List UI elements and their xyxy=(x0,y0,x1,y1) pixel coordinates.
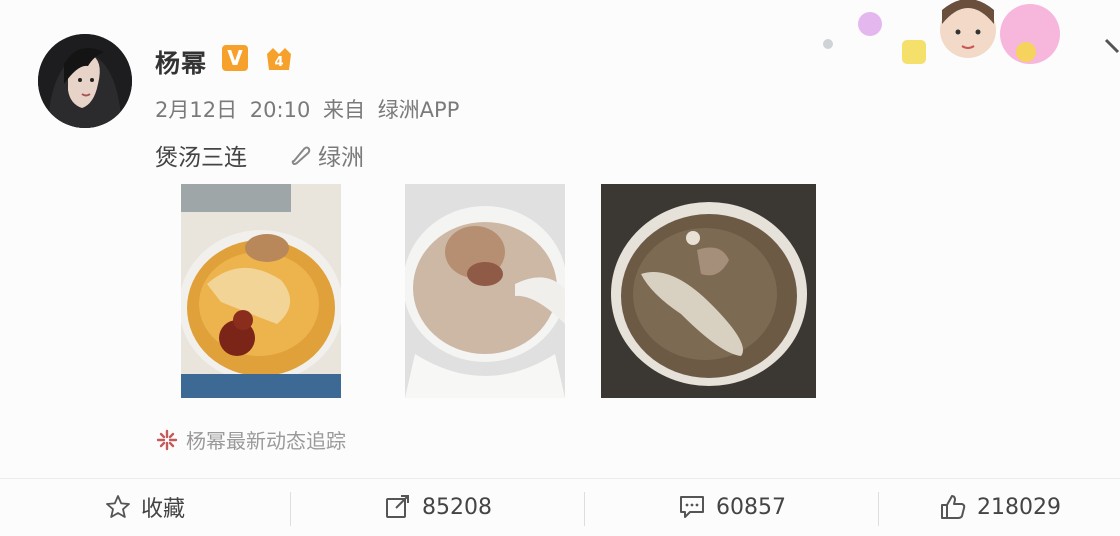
action-separator xyxy=(584,492,585,526)
post-time[interactable]: 20:10 xyxy=(250,98,311,122)
tracker-label: 杨幂最新动态追踪 xyxy=(186,429,346,453)
source-prefix: 来自 xyxy=(323,98,365,122)
avatar[interactable] xyxy=(38,34,132,128)
location-link[interactable]: 绿洲 xyxy=(288,138,364,172)
star-icon xyxy=(106,495,130,518)
repost-count: 85208 xyxy=(422,494,492,520)
post-text: 煲汤三连 xyxy=(155,145,247,171)
username[interactable]: 杨幂 xyxy=(155,44,207,80)
location-pin-icon xyxy=(291,146,311,165)
favorite-button[interactable]: 收藏 xyxy=(0,478,290,536)
thumbs-up-icon xyxy=(941,495,966,519)
action-separator xyxy=(290,492,291,526)
post-source[interactable]: 绿洲APP xyxy=(378,98,460,122)
level-badge-label: 4 xyxy=(274,55,283,70)
tracker-icon xyxy=(156,429,178,450)
repost-button[interactable]: 85208 xyxy=(292,478,584,536)
post-date[interactable]: 2月12日 xyxy=(155,98,237,122)
weibo-post-card: 杨幂 V 4 2月12日 20:10 来自 绿洲APP 煲汤三连 绿洲 杨幂最新… xyxy=(0,0,1120,536)
like-count: 218029 xyxy=(977,494,1061,520)
post-image-3[interactable] xyxy=(601,184,816,398)
decorative-stickers xyxy=(823,0,1120,64)
comment-icon xyxy=(680,496,704,518)
like-button[interactable]: 218029 xyxy=(880,478,1120,536)
topic-tracker-link[interactable]: 杨幂最新动态追踪 xyxy=(156,425,346,454)
comment-button[interactable]: 60857 xyxy=(586,478,878,536)
level-badge-icon: 4 xyxy=(267,48,291,70)
favorite-label: 收藏 xyxy=(140,497,185,522)
comment-count: 60857 xyxy=(716,494,786,520)
verified-badge: V xyxy=(222,45,248,71)
repost-icon xyxy=(386,495,409,518)
action-separator xyxy=(878,492,879,526)
post-image-1[interactable] xyxy=(181,184,341,398)
post-meta: 2月12日 20:10 来自 绿洲APP xyxy=(155,94,465,124)
post-image-2[interactable] xyxy=(405,184,565,398)
location-label: 绿洲 xyxy=(318,145,364,171)
